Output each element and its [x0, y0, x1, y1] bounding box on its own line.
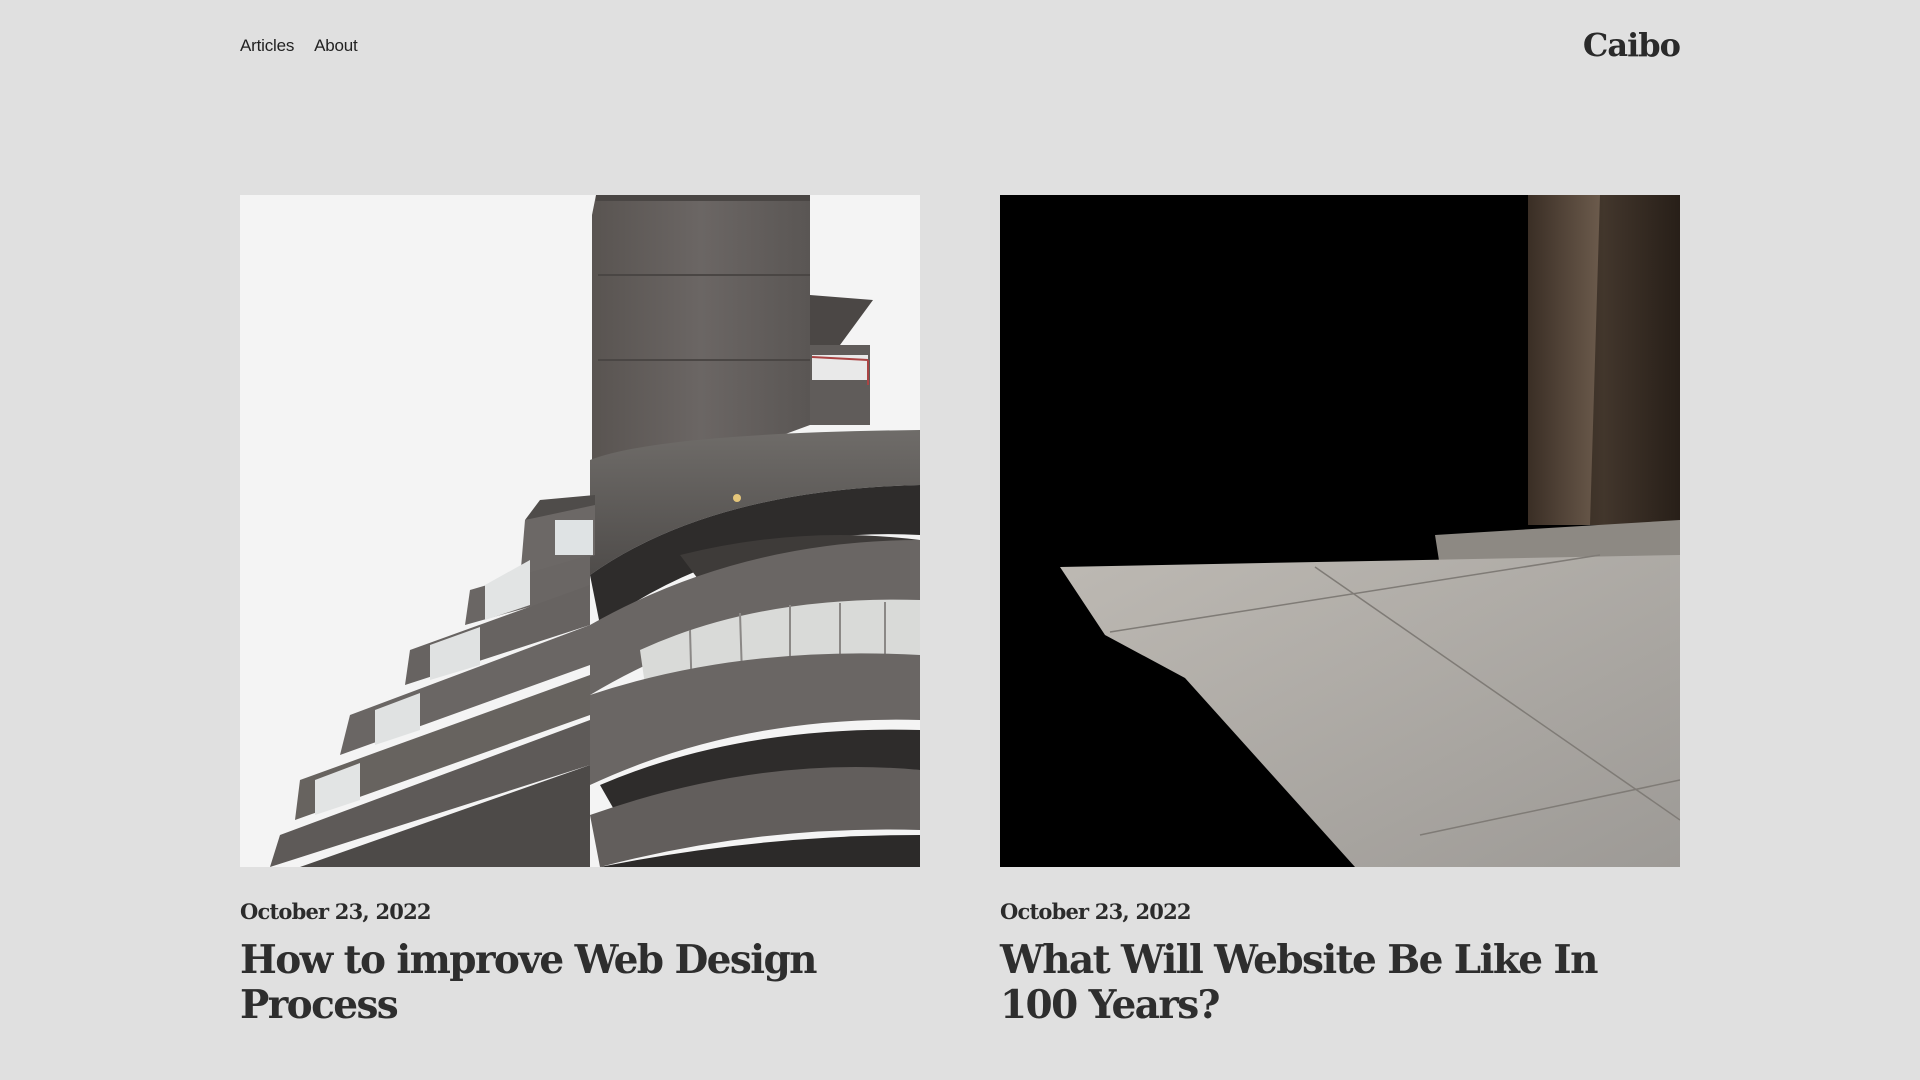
- site-logo[interactable]: Caibo: [1583, 26, 1681, 64]
- article-card[interactable]: October 23, 2022 What Will Website Be Li…: [1000, 195, 1680, 1028]
- article-date: October 23, 2022: [240, 899, 432, 924]
- concrete-shadow-image[interactable]: [1000, 195, 1680, 867]
- nav-about-link[interactable]: About: [314, 36, 358, 56]
- nav-articles-link[interactable]: Articles: [240, 36, 294, 56]
- article-date: October 23, 2022: [1000, 899, 1192, 924]
- page: Articles About Caibo October 23, 2022 Ho…: [0, 0, 1920, 1080]
- brutalist-building-image[interactable]: [240, 195, 920, 867]
- article-title[interactable]: What Will Website Be Like In 100 Years?: [1000, 938, 1680, 1028]
- main-nav: Articles About: [240, 36, 358, 56]
- article-title[interactable]: How to improve Web Design Process: [240, 938, 920, 1028]
- article-card[interactable]: October 23, 2022 How to improve Web Desi…: [240, 195, 920, 1028]
